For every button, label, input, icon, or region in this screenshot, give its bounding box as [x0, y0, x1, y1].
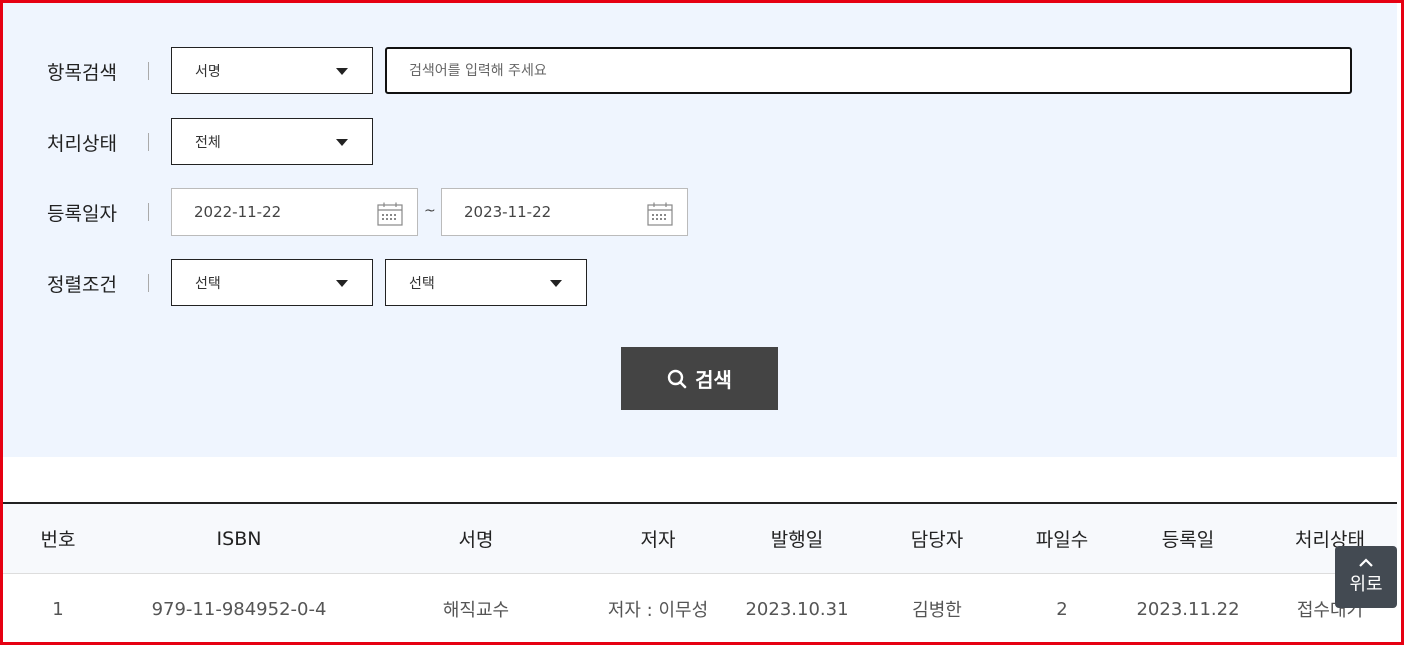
- calendar-icon[interactable]: [377, 202, 403, 226]
- back-to-top-button[interactable]: 위로: [1335, 546, 1397, 608]
- results-table: 번호 ISBN 서명 저자 발행일 담당자 파일수 등록일 처리상태 1 979…: [3, 502, 1397, 644]
- caret-down-icon: [550, 280, 562, 287]
- table-header: 번호 ISBN 서명 저자 발행일 담당자 파일수 등록일 처리상태: [3, 502, 1397, 574]
- cell-author: 저자 : 이무성: [607, 600, 709, 621]
- status-select[interactable]: 전체: [171, 118, 373, 165]
- status-select-value: 전체: [195, 134, 221, 151]
- sort-select-primary-value: 선택: [195, 275, 221, 292]
- sort-select-secondary[interactable]: 선택: [385, 259, 587, 306]
- search-button-label: 검색: [695, 370, 732, 392]
- chevron-up-icon: [1359, 558, 1373, 567]
- status-label: 처리상태: [47, 132, 117, 155]
- header-reg-date: 등록일: [1161, 529, 1215, 551]
- table-row[interactable]: 1 979-11-984952-0-4 해직교수 저자 : 이무성 2023.1…: [3, 574, 1397, 644]
- cell-no: 1: [52, 598, 64, 620]
- date-label: 등록일자: [47, 202, 117, 225]
- date-from-value: 2022-11-22: [194, 203, 282, 221]
- header-file-count: 파일수: [1035, 529, 1089, 551]
- cell-reg-date: 2023.11.22: [1136, 598, 1240, 620]
- keyword-input[interactable]: [385, 47, 1352, 94]
- header-pub-date: 발행일: [770, 529, 824, 551]
- date-to-value: 2023-11-22: [464, 203, 552, 221]
- cell-isbn: 979-11-984952-0-4: [151, 598, 327, 620]
- sort-label: 정렬조건: [47, 273, 117, 296]
- date-separator: ~: [424, 203, 436, 219]
- field-select-value: 서명: [195, 63, 221, 80]
- back-to-top-label: 위로: [1349, 574, 1383, 595]
- cell-manager: 김병한: [912, 600, 962, 621]
- label-divider: [148, 274, 149, 292]
- label-divider: [148, 62, 149, 80]
- caret-down-icon: [336, 280, 348, 287]
- label-divider: [148, 203, 149, 221]
- search-panel: 항목검색 서명 처리상태 전체 등록일자 2022-11-22 ~: [3, 3, 1397, 457]
- search-icon: [667, 369, 687, 388]
- search-button[interactable]: 검색: [621, 347, 778, 410]
- cell-file-count: 2: [1056, 598, 1068, 620]
- sort-select-primary[interactable]: 선택: [171, 259, 373, 306]
- field-search-label: 항목검색: [47, 61, 117, 84]
- field-select[interactable]: 서명: [171, 47, 373, 94]
- header-title: 서명: [458, 529, 494, 551]
- label-divider: [148, 133, 149, 151]
- date-from-input[interactable]: 2022-11-22: [171, 188, 418, 236]
- header-manager: 담당자: [910, 529, 964, 551]
- cell-title[interactable]: 해직교수: [386, 574, 566, 644]
- header-isbn: ISBN: [216, 527, 262, 550]
- calendar-icon[interactable]: [647, 202, 673, 226]
- date-to-input[interactable]: 2023-11-22: [441, 188, 688, 236]
- caret-down-icon: [336, 68, 348, 75]
- caret-down-icon: [336, 139, 348, 146]
- header-no: 번호: [40, 529, 76, 551]
- header-author: 저자: [640, 529, 676, 551]
- cell-pub-date: 2023.10.31: [745, 598, 849, 620]
- sort-select-secondary-value: 선택: [409, 275, 435, 292]
